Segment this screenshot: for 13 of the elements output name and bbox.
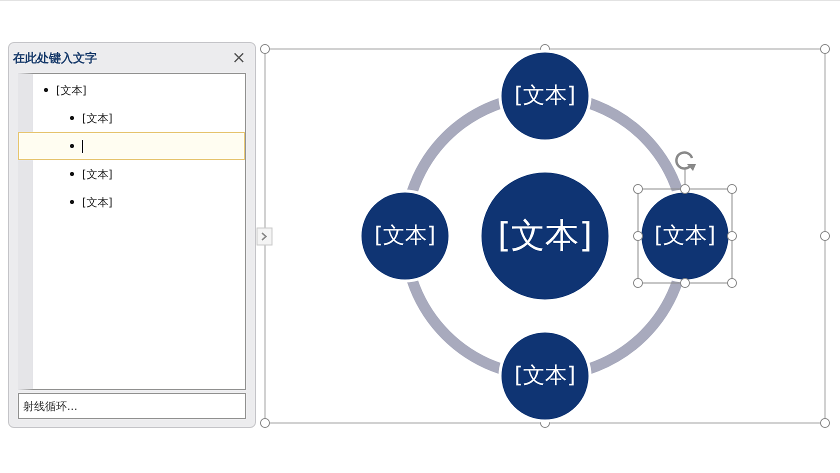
- circle-node[interactable]: [文本]: [498, 50, 592, 142]
- circle-node[interactable]: [文本]: [478, 170, 612, 302]
- circle-node[interactable]: [文本]: [498, 330, 592, 422]
- expand-button[interactable]: [256, 228, 272, 246]
- list-item[interactable]: [文本]: [33, 160, 245, 188]
- circle-node[interactable]: [文本]: [358, 190, 452, 282]
- list-item[interactable]: [文本]: [33, 188, 245, 216]
- pane-title: 在此处键入文字: [13, 50, 97, 66]
- rotate-icon[interactable]: [675, 151, 696, 171]
- close-button[interactable]: ×: [228, 50, 246, 66]
- list-item[interactable]: [文本]: [33, 104, 245, 132]
- layout-name[interactable]: 射线循环...: [18, 393, 246, 419]
- list-item[interactable]: [文本]: [33, 76, 245, 104]
